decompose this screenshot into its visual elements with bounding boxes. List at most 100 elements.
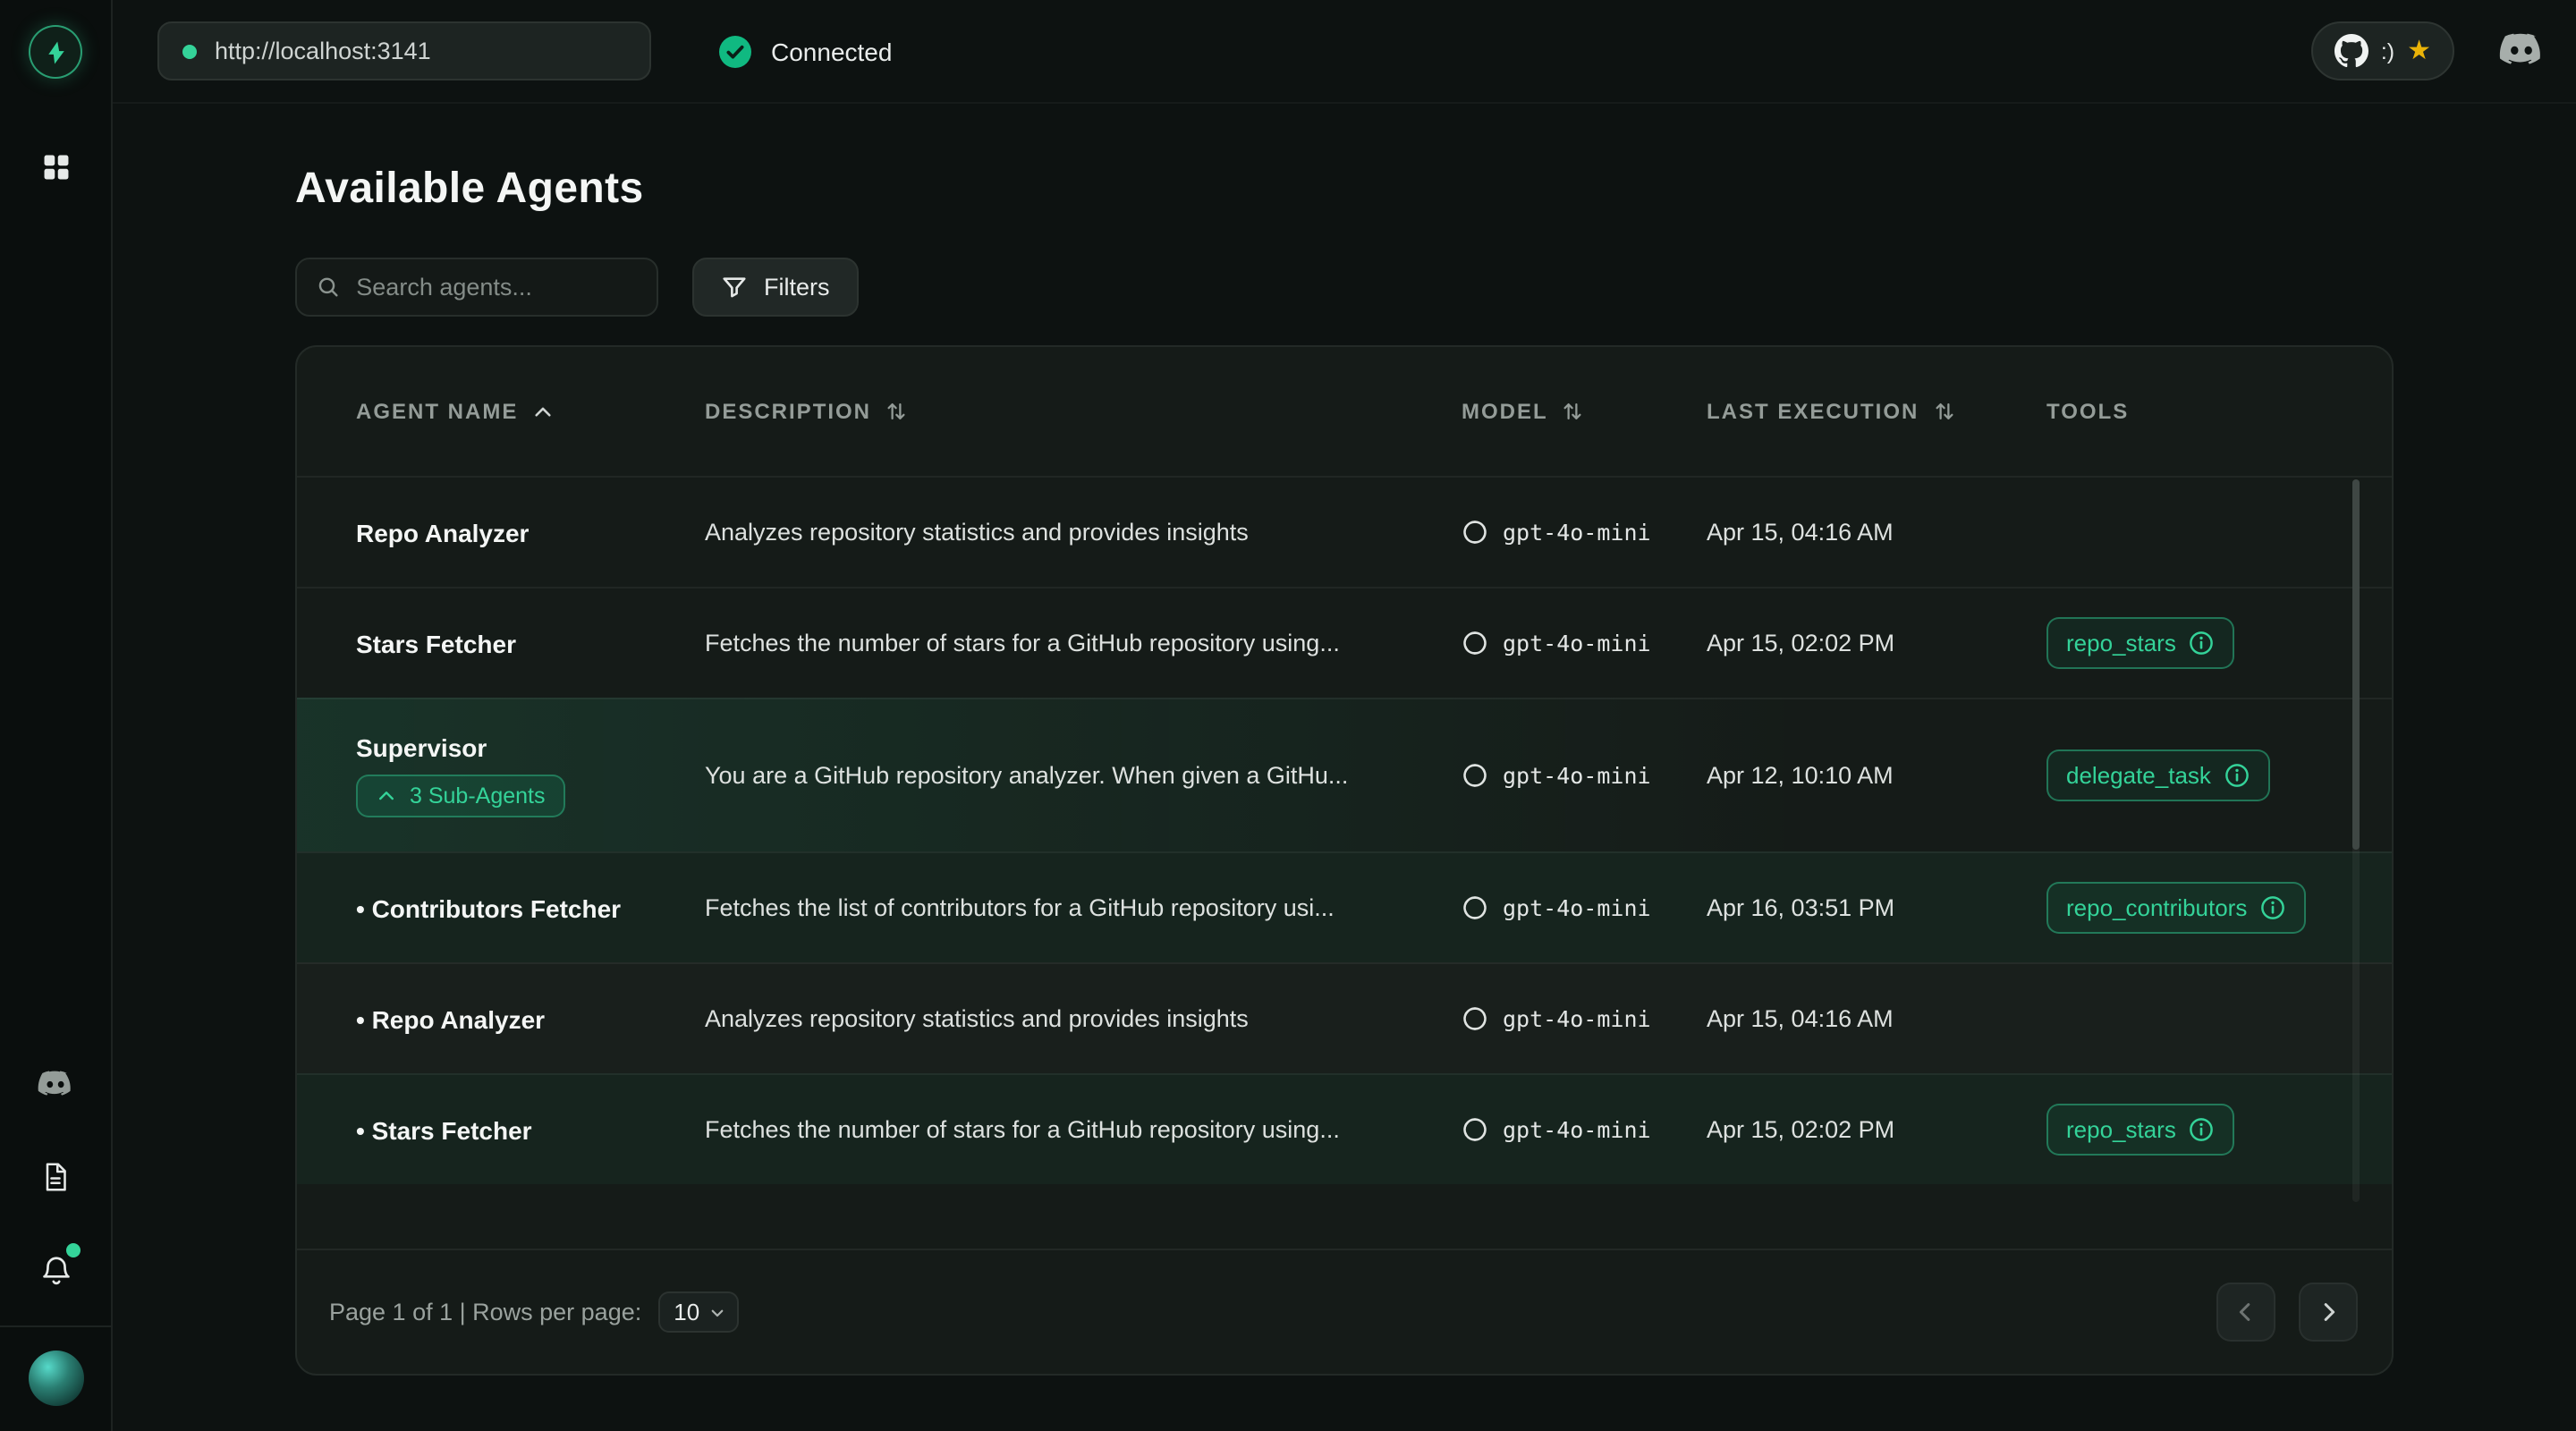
column-header-description[interactable]: DESCRIPTION — [705, 399, 1462, 424]
tool-badge[interactable]: repo_stars — [2046, 617, 2235, 669]
model-name: gpt-4o-mini — [1503, 519, 1651, 546]
tool-name: delegate_task — [2066, 762, 2211, 789]
table-row[interactable]: • Stars Fetcher Fetches the number of st… — [297, 1073, 2392, 1184]
topbar: http://localhost:3141 Connected :) ★ — [113, 0, 2576, 104]
github-smile-label: :) — [2381, 38, 2394, 64]
pagination-bar: Page 1 of 1 | Rows per page: 10 — [297, 1249, 2392, 1374]
agent-description: Analyzes repository statistics and provi… — [705, 1005, 1462, 1032]
sidebar-bottom — [32, 1061, 79, 1293]
info-icon — [2224, 762, 2250, 789]
agent-description: Fetches the number of stars for a GitHub… — [705, 1116, 1462, 1143]
info-icon — [2189, 1116, 2216, 1143]
prev-page-button[interactable] — [2216, 1283, 2275, 1342]
model-cell: gpt-4o-mini — [1462, 1116, 1707, 1143]
table-row[interactable]: • Repo Analyzer Analyzes repository stat… — [297, 962, 2392, 1073]
next-page-button[interactable] — [2299, 1283, 2358, 1342]
table-body: Repo Analyzer Analyzes repository statis… — [297, 476, 2392, 1184]
tools-cell: delegate_task — [2046, 749, 2349, 801]
model-name: gpt-4o-mini — [1503, 1116, 1651, 1143]
avatar-section — [0, 1325, 112, 1431]
table-row[interactable]: Stars Fetcher Fetches the number of star… — [297, 587, 2392, 698]
info-icon — [2189, 630, 2216, 656]
app-window: http://localhost:3141 Connected :) ★ Ava… — [0, 0, 2576, 1431]
server-url-input[interactable]: http://localhost:3141 — [157, 21, 651, 80]
agent-name-cell: • Repo Analyzer — [356, 1004, 705, 1033]
github-icon — [2334, 34, 2368, 68]
agent-description: You are a GitHub repository analyzer. Wh… — [705, 762, 1462, 789]
sort-icon — [1931, 399, 1956, 424]
star-icon: ★ — [2407, 38, 2431, 64]
openai-icon — [1462, 762, 1488, 789]
openai-icon — [1462, 1116, 1488, 1143]
tools-cell: repo_stars — [2046, 1104, 2349, 1156]
agent-description: Analyzes repository statistics and provi… — [705, 519, 1462, 546]
sidebar-item-docs[interactable] — [32, 1154, 79, 1200]
rows-per-page-select[interactable]: 10 — [657, 1291, 739, 1333]
table-row[interactable]: • Contributors Fetcher Fetches the list … — [297, 851, 2392, 962]
agent-name-cell: • Contributors Fetcher — [356, 893, 705, 922]
last-execution: Apr 16, 03:51 PM — [1707, 894, 2046, 921]
model-cell: gpt-4o-mini — [1462, 894, 1707, 921]
agent-description: Fetches the number of stars for a GitHub… — [705, 630, 1462, 656]
connection-status-label: Connected — [771, 37, 892, 65]
agent-name: Supervisor — [356, 733, 487, 762]
tool-badge[interactable]: delegate_task — [2046, 749, 2270, 801]
tool-name: repo_stars — [2066, 630, 2176, 656]
sidebar-item-notifications[interactable] — [32, 1247, 79, 1293]
column-label: TOOLS — [2046, 399, 2129, 424]
page-content: Available Agents Filters AGENT NAME — [113, 104, 2576, 1376]
column-header-model[interactable]: MODEL — [1462, 399, 1707, 424]
main-area: http://localhost:3141 Connected :) ★ Ava… — [113, 0, 2576, 1431]
info-icon — [2259, 894, 2286, 921]
table-controls: Filters — [295, 258, 2576, 317]
sidebar-item-discord[interactable] — [32, 1061, 79, 1107]
sub-agents-label: 3 Sub-Agents — [410, 783, 546, 809]
tool-badge[interactable]: repo_stars — [2046, 1104, 2235, 1156]
page-title: Available Agents — [295, 165, 2576, 215]
model-name: gpt-4o-mini — [1503, 630, 1651, 656]
tool-badge[interactable]: repo_contributors — [2046, 882, 2306, 934]
model-cell: gpt-4o-mini — [1462, 519, 1707, 546]
scrollbar-thumb[interactable] — [2352, 479, 2360, 850]
search-input[interactable] — [356, 274, 637, 301]
app-logo[interactable] — [29, 25, 82, 79]
pagination-summary: Page 1 of 1 | Rows per page: 10 — [329, 1291, 739, 1333]
last-execution: Apr 15, 02:02 PM — [1707, 630, 2046, 656]
agent-name-cell: Stars Fetcher — [356, 629, 705, 657]
notification-dot — [66, 1243, 80, 1257]
last-execution: Apr 15, 02:02 PM — [1707, 1116, 2046, 1143]
column-header-agent-name[interactable]: AGENT NAME — [356, 399, 705, 424]
openai-icon — [1462, 519, 1488, 546]
model-cell: gpt-4o-mini — [1462, 630, 1707, 656]
table-row[interactable]: Repo Analyzer Analyzes repository statis… — [297, 476, 2392, 587]
connection-status: Connected — [717, 33, 892, 69]
agent-name: Repo Analyzer — [356, 518, 529, 546]
agent-name: • Repo Analyzer — [356, 1004, 545, 1033]
agent-name: • Stars Fetcher — [356, 1115, 532, 1144]
search-box[interactable] — [295, 258, 658, 317]
openai-icon — [1462, 630, 1488, 656]
funnel-icon — [721, 274, 748, 301]
last-execution: Apr 15, 04:16 AM — [1707, 1005, 2046, 1032]
sort-icon — [884, 399, 909, 424]
rows-per-page-value: 10 — [674, 1299, 699, 1325]
discord-button[interactable] — [2497, 28, 2544, 74]
github-star-button[interactable]: :) ★ — [2311, 21, 2454, 80]
sub-agents-toggle[interactable]: 3 Sub-Agents — [356, 775, 565, 817]
column-label: MODEL — [1462, 399, 1548, 424]
avatar[interactable] — [28, 1351, 83, 1406]
agent-description: Fetches the list of contributors for a G… — [705, 894, 1462, 921]
column-label: AGENT NAME — [356, 399, 518, 424]
model-cell: gpt-4o-mini — [1462, 1005, 1707, 1032]
bell-icon — [38, 1253, 72, 1287]
chevron-up-icon — [376, 785, 397, 807]
filters-button[interactable]: Filters — [692, 258, 859, 317]
agent-name: Stars Fetcher — [356, 629, 516, 657]
sidebar-item-dashboard[interactable] — [32, 143, 79, 190]
filters-button-label: Filters — [764, 274, 830, 301]
chevron-left-icon — [2233, 1299, 2259, 1325]
column-header-last-execution[interactable]: LAST EXECUTION — [1707, 399, 2046, 424]
last-execution: Apr 15, 04:16 AM — [1707, 519, 2046, 546]
chevron-down-icon — [707, 1301, 728, 1323]
table-row[interactable]: Supervisor 3 Sub-Agents You are a GitHub… — [297, 698, 2392, 851]
